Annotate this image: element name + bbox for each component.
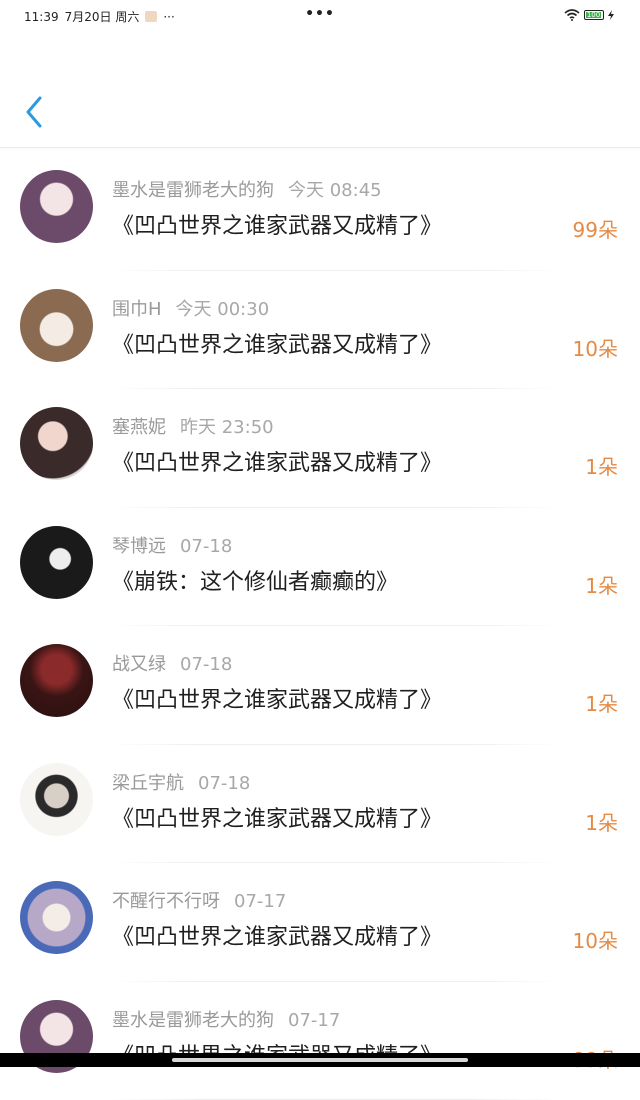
item-meta: 琴博远 07-18 bbox=[112, 532, 232, 558]
list-item[interactable]: 琴博远 07-18 《崩铁：这个修仙者癫癫的》 1朵 bbox=[0, 508, 640, 627]
item-meta: 梁丘宇航 07-18 bbox=[112, 769, 250, 795]
timestamp: 07-17 bbox=[288, 1010, 340, 1031]
list-item[interactable]: 塞燕妮昨天 23:50 《凹凸世界之谁家武器又成精了》 1朵 bbox=[0, 389, 640, 508]
header bbox=[0, 32, 640, 148]
avatar[interactable] bbox=[20, 763, 93, 836]
timestamp: 07-17 bbox=[234, 891, 286, 912]
flower-count: 1朵 bbox=[585, 688, 618, 717]
username[interactable]: 琴博远 bbox=[112, 536, 166, 557]
username[interactable]: 塞燕妮 bbox=[112, 417, 166, 438]
avatar[interactable] bbox=[20, 644, 93, 717]
avatar[interactable] bbox=[20, 170, 93, 243]
battery-level: 100 bbox=[586, 12, 601, 18]
avatar[interactable] bbox=[20, 881, 93, 954]
item-meta: 墨水是雷狮老大的狗 07-17 bbox=[112, 1006, 340, 1032]
item-meta: 围巾H 今天 00:30 bbox=[112, 295, 269, 321]
book-title[interactable]: 《凹凸世界之谁家武器又成精了》 bbox=[112, 208, 442, 240]
item-meta: 不醒行不行呀 07-17 bbox=[112, 887, 286, 913]
flower-count: 1朵 bbox=[585, 570, 618, 599]
item-meta: 墨水是雷狮老大的狗今天 08:45 bbox=[112, 176, 382, 202]
list-item[interactable]: 战又绿 07-18 《凹凸世界之谁家武器又成精了》 1朵 bbox=[0, 626, 640, 745]
timestamp: 昨天 23:50 bbox=[180, 417, 274, 438]
book-title[interactable]: 《凹凸世界之谁家武器又成精了》 bbox=[112, 682, 442, 714]
home-indicator[interactable] bbox=[172, 1058, 468, 1062]
timestamp: 今天 08:45 bbox=[288, 180, 382, 201]
multitask-dots[interactable]: ••• bbox=[0, 6, 640, 22]
flower-count: 99朵 bbox=[573, 214, 618, 243]
avatar[interactable] bbox=[20, 407, 93, 480]
username[interactable]: 不醒行不行呀 bbox=[112, 891, 220, 912]
avatar[interactable] bbox=[20, 526, 93, 599]
list-item[interactable]: 墨水是雷狮老大的狗07-17 《凹凸世界之谁家武器又成精了》 99朵 bbox=[0, 982, 640, 1100]
chevron-left-icon bbox=[20, 94, 50, 130]
flower-count: 10朵 bbox=[573, 925, 618, 954]
back-button[interactable] bbox=[20, 94, 50, 130]
list-item[interactable]: 梁丘宇航 07-18 《凹凸世界之谁家武器又成精了》 1朵 bbox=[0, 745, 640, 864]
username[interactable]: 梁丘宇航 bbox=[112, 773, 184, 794]
status-right: 100 bbox=[564, 9, 614, 21]
username[interactable]: 战又绿 bbox=[112, 654, 166, 675]
username[interactable]: 围巾H bbox=[112, 299, 162, 320]
username[interactable]: 墨水是雷狮老大的狗 bbox=[112, 1010, 274, 1031]
status-bar: 11:39 7月20日 周六 ··· ••• 100 bbox=[0, 0, 640, 32]
system-nav-bar bbox=[0, 1053, 640, 1067]
flower-count: 1朵 bbox=[585, 807, 618, 836]
reward-list: 墨水是雷狮老大的狗今天 08:45 《凹凸世界之谁家武器又成精了》 99朵 围巾… bbox=[0, 152, 640, 1100]
flower-count: 1朵 bbox=[585, 451, 618, 480]
timestamp: 07-18 bbox=[180, 536, 232, 557]
list-item[interactable]: 墨水是雷狮老大的狗今天 08:45 《凹凸世界之谁家武器又成精了》 99朵 bbox=[0, 152, 640, 271]
book-title[interactable]: 《凹凸世界之谁家武器又成精了》 bbox=[112, 327, 442, 359]
list-item[interactable]: 不醒行不行呀 07-17 《凹凸世界之谁家武器又成精了》 10朵 bbox=[0, 863, 640, 982]
username[interactable]: 墨水是雷狮老大的狗 bbox=[112, 180, 274, 201]
flower-count: 10朵 bbox=[573, 333, 618, 362]
wifi-icon bbox=[564, 9, 580, 21]
book-title[interactable]: 《凹凸世界之谁家武器又成精了》 bbox=[112, 445, 442, 477]
book-title[interactable]: 《崩铁：这个修仙者癫癫的》 bbox=[112, 564, 398, 596]
book-title[interactable]: 《凹凸世界之谁家武器又成精了》 bbox=[112, 801, 442, 833]
list-item[interactable]: 围巾H 今天 00:30 《凹凸世界之谁家武器又成精了》 10朵 bbox=[0, 271, 640, 390]
item-meta: 塞燕妮昨天 23:50 bbox=[112, 413, 274, 439]
battery-icon: 100 bbox=[584, 10, 604, 20]
avatar[interactable] bbox=[20, 289, 93, 362]
timestamp: 今天 00:30 bbox=[176, 299, 270, 320]
item-meta: 战又绿 07-18 bbox=[112, 650, 232, 676]
charging-icon bbox=[608, 10, 614, 20]
timestamp: 07-18 bbox=[180, 654, 232, 675]
book-title[interactable]: 《凹凸世界之谁家武器又成精了》 bbox=[112, 919, 442, 951]
timestamp: 07-18 bbox=[198, 773, 250, 794]
